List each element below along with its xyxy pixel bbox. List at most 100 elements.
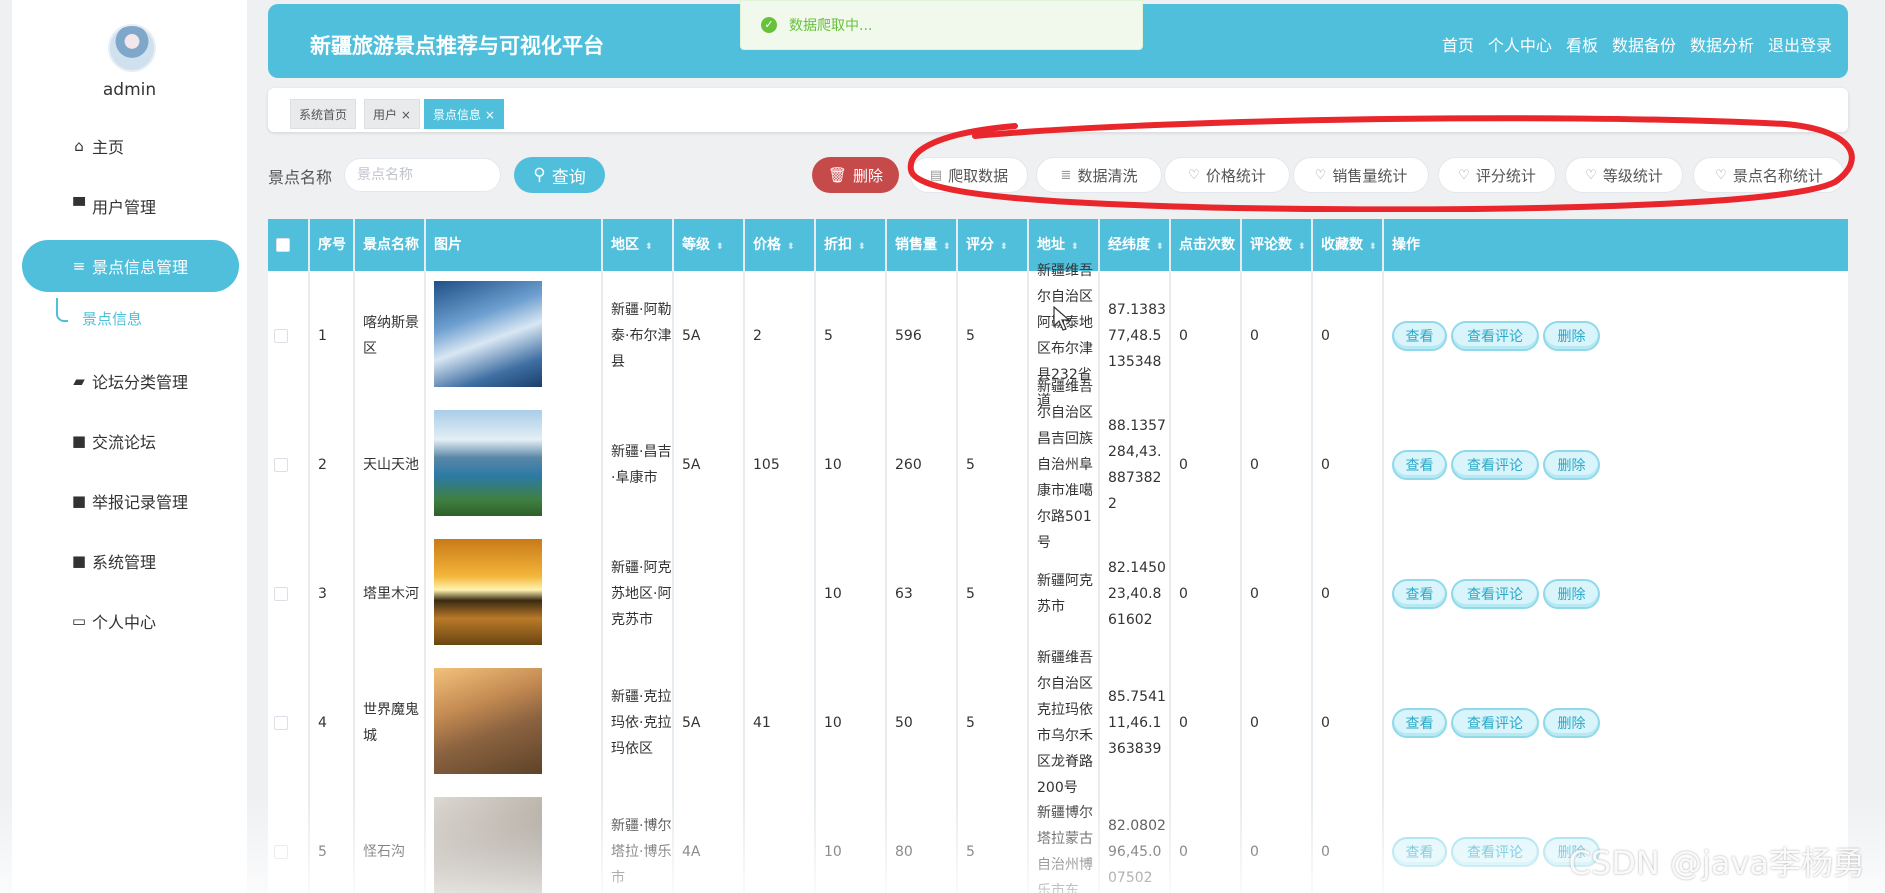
sort-icon[interactable]: ⬍ <box>1298 242 1306 252</box>
sort-icon[interactable]: ⬍ <box>1000 242 1008 252</box>
col-header-sales[interactable]: 销售量 ⬍ <box>887 219 956 271</box>
cell-address: 新疆维吾尔自治区昌吉回族自治州阜康市准噶尔路501号 <box>1037 378 1093 551</box>
delete-row-button[interactable]: 删除 <box>1543 578 1600 609</box>
cell-comments: 0 <box>1250 843 1259 860</box>
col-header-region[interactable]: 地区 ⬍ <box>603 219 672 271</box>
col-header-clicks[interactable]: 点击次数 <box>1171 219 1240 271</box>
col-header-favorites[interactable]: 收藏数 ⬍ <box>1313 219 1382 271</box>
top-nav-analysis[interactable]: 数据分析 <box>1690 32 1754 56</box>
cell-level <box>674 529 743 658</box>
col-header-label: 销售量 <box>895 237 937 253</box>
cell-coords: 82.145023,40.861602 <box>1108 559 1166 628</box>
top-nav-home[interactable]: 首页 <box>1442 32 1474 56</box>
col-header-label: 价格 <box>753 237 781 253</box>
sidebar-item-forum-categories[interactable]: ▰ 论坛分类管理 <box>22 355 239 407</box>
sort-icon[interactable]: ⬍ <box>858 242 866 252</box>
sales-stats-button[interactable]: ♡ 销售量统计 <box>1293 157 1429 193</box>
delete-row-button[interactable]: 删除 <box>1543 449 1600 480</box>
cell-favorites: 0 <box>1321 456 1330 473</box>
sort-icon[interactable]: ⬍ <box>1156 242 1164 252</box>
row-checkbox[interactable] <box>274 844 288 859</box>
top-nav-logout[interactable]: 退出登录 <box>1768 32 1832 56</box>
row-checkbox[interactable] <box>274 328 288 343</box>
col-header-discount[interactable]: 折扣 ⬍ <box>816 219 885 271</box>
monitor-icon: ▀ <box>73 197 85 215</box>
sidebar-item-attractions[interactable]: ≡ 景点信息管理 <box>22 240 239 292</box>
cell-rating: 5 <box>966 843 975 860</box>
col-header-name[interactable]: 景点名称⬍ <box>355 219 433 271</box>
col-header-comments[interactable]: 评论数 ⬍ <box>1242 219 1311 271</box>
delete-row-button[interactable]: 删除 <box>1543 707 1600 738</box>
price-stats-button[interactable]: ♡ 价格统计 <box>1164 157 1290 193</box>
col-header-price[interactable]: 价格 ⬍ <box>745 219 814 271</box>
cell-name: 塔里木河 <box>363 585 419 602</box>
search-icon: ⚲ <box>533 165 546 185</box>
level-stats-button[interactable]: ♡ 等级统计 <box>1565 157 1683 193</box>
cell-favorites: 0 <box>1321 327 1330 344</box>
heart-icon: ♡ <box>1458 167 1470 183</box>
cell-region: 新疆·克拉玛依·克拉玛依区 <box>611 688 672 757</box>
row-checkbox[interactable] <box>274 715 288 730</box>
cell-sales: 596 <box>895 327 922 344</box>
rating-stats-button[interactable]: ♡ 评分统计 <box>1438 157 1556 193</box>
view-comments-button[interactable]: 查看评论 <box>1451 836 1539 867</box>
sort-icon[interactable]: ⬍ <box>943 242 951 252</box>
view-comments-button[interactable]: 查看评论 <box>1451 578 1539 609</box>
col-header-seq[interactable]: 序号 <box>310 219 353 271</box>
sidebar-item-home[interactable]: ⌂ 主页 <box>22 120 239 172</box>
row-checkbox[interactable] <box>274 457 288 472</box>
delete-button[interactable]: 🗑 删除 <box>812 157 899 193</box>
view-button[interactable]: 查看 <box>1392 320 1447 351</box>
avatar[interactable] <box>108 24 156 72</box>
name-stats-button[interactable]: ♡ 景点名称统计 <box>1693 157 1845 193</box>
crawl-data-button[interactable]: ▤ 爬取数据 <box>910 157 1028 193</box>
select-all-header <box>268 219 308 271</box>
col-header-level[interactable]: 等级 ⬍ <box>674 219 743 271</box>
tab-users[interactable]: 用户 × <box>364 99 420 129</box>
mouse-cursor-icon <box>1053 306 1071 331</box>
view-comments-button[interactable]: 查看评论 <box>1451 449 1539 480</box>
tab-bar: 系统首页 用户 × 景点信息 × <box>268 88 1848 132</box>
heart-icon: ♡ <box>1715 167 1727 183</box>
tool-button-label: 等级统计 <box>1602 166 1663 185</box>
sidebar-item-profile[interactable]: ▭ 个人中心 <box>22 595 239 647</box>
col-header-coords[interactable]: 经纬度 ⬍ <box>1100 219 1169 271</box>
sidebar-item-label: 个人中心 <box>92 613 157 632</box>
heart-icon: ♡ <box>1314 167 1327 183</box>
sort-icon[interactable]: ⬍ <box>645 242 653 252</box>
sidebar-item-system[interactable]: ■ 系统管理 <box>22 535 239 587</box>
cell-price <box>745 529 814 658</box>
view-button[interactable]: 查看 <box>1392 836 1447 867</box>
view-comments-button[interactable]: 查看评论 <box>1451 320 1539 351</box>
row-checkbox[interactable] <box>274 586 288 601</box>
tab-home[interactable]: 系统首页 <box>290 99 357 129</box>
select-all-checkbox[interactable] <box>276 238 290 252</box>
query-button[interactable]: ⚲ 查询 <box>514 157 605 193</box>
view-button[interactable]: 查看 <box>1392 449 1447 480</box>
sort-icon[interactable]: ⬍ <box>716 242 724 252</box>
sort-icon[interactable]: ⬍ <box>787 242 795 252</box>
attraction-thumbnail <box>434 539 542 645</box>
top-nav-profile[interactable]: 个人中心 <box>1488 32 1552 56</box>
sort-icon[interactable]: ⬍ <box>1071 242 1079 252</box>
close-icon[interactable]: × <box>485 108 495 122</box>
top-nav-dashboard[interactable]: 看板 <box>1566 32 1598 56</box>
sidebar-item-forum[interactable]: ■ 交流论坛 <box>22 415 239 467</box>
sidebar-item-reports[interactable]: ■ 举报记录管理 <box>22 475 239 527</box>
view-button[interactable]: 查看 <box>1392 707 1447 738</box>
top-nav-backup[interactable]: 数据备份 <box>1612 32 1676 56</box>
cell-clicks: 0 <box>1179 714 1188 731</box>
view-comments-button[interactable]: 查看评论 <box>1451 707 1539 738</box>
delete-row-button[interactable]: 删除 <box>1543 320 1600 351</box>
col-header-rating[interactable]: 评分 ⬍ <box>958 219 1027 271</box>
sidebar-item-users[interactable]: ▀ 用户管理 <box>22 180 239 232</box>
sort-icon[interactable]: ⬍ <box>1369 242 1377 252</box>
clean-data-button[interactable]: ≣ 数据清洗 <box>1036 157 1162 193</box>
toast-text: 数据爬取中... <box>789 18 873 34</box>
search-input[interactable] <box>344 158 501 192</box>
tab-attractions[interactable]: 景点信息 × <box>424 99 504 129</box>
cell-sales: 50 <box>895 714 913 731</box>
view-button[interactable]: 查看 <box>1392 578 1447 609</box>
close-icon[interactable]: × <box>401 108 411 122</box>
sidebar-subitem-attraction-info[interactable]: 景点信息 <box>82 308 142 329</box>
